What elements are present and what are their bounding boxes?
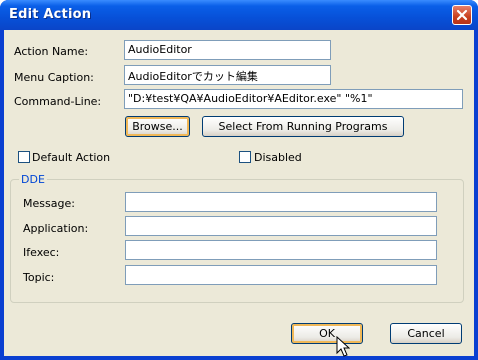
select-running-programs-button[interactable]: Select From Running Programs xyxy=(202,116,404,137)
browse-button[interactable]: Browse... xyxy=(125,116,190,137)
dialog-body: Action Name: AudioEditor Menu Caption: A… xyxy=(4,30,474,356)
dde-application-label: Application: xyxy=(23,222,89,235)
close-icon xyxy=(456,9,468,21)
dde-message-field[interactable] xyxy=(125,192,437,212)
mouse-cursor-icon xyxy=(336,336,350,357)
command-line-label: Command-Line: xyxy=(14,95,102,108)
dde-ifexec-label: Ifexec: xyxy=(23,246,60,259)
browse-button-label: Browse... xyxy=(132,120,183,133)
action-name-label: Action Name: xyxy=(14,45,89,58)
cancel-button-label: Cancel xyxy=(407,327,445,340)
disabled-checkbox[interactable] xyxy=(239,151,251,163)
action-name-field[interactable]: AudioEditor xyxy=(124,40,331,60)
title-bar[interactable]: Edit Action xyxy=(0,0,478,30)
select-running-programs-label: Select From Running Programs xyxy=(218,120,388,133)
disabled-label: Disabled xyxy=(254,151,302,164)
command-line-field[interactable]: "D:¥test¥QA¥AudioEditor¥AEditor.exe" "%1… xyxy=(124,89,463,109)
ok-button[interactable]: OK xyxy=(291,323,363,344)
edit-action-dialog: Edit Action Action Name: AudioEditor Men… xyxy=(0,0,478,360)
cancel-button[interactable]: Cancel xyxy=(390,323,462,344)
window-title: Edit Action xyxy=(9,7,92,22)
dde-application-field[interactable] xyxy=(125,216,437,236)
default-action-checkbox[interactable] xyxy=(18,151,30,163)
ok-button-label: OK xyxy=(319,327,335,340)
menu-caption-label: Menu Caption: xyxy=(14,71,94,84)
dde-topic-label: Topic: xyxy=(23,271,55,284)
dde-topic-field[interactable] xyxy=(125,265,437,285)
close-button[interactable] xyxy=(452,5,472,25)
dde-ifexec-field[interactable] xyxy=(125,240,437,260)
default-action-label: Default Action xyxy=(32,151,111,164)
dde-group-title: DDE xyxy=(19,173,47,186)
menu-caption-field[interactable]: AudioEditorでカット編集 xyxy=(124,65,331,85)
dde-message-label: Message: xyxy=(23,197,75,210)
